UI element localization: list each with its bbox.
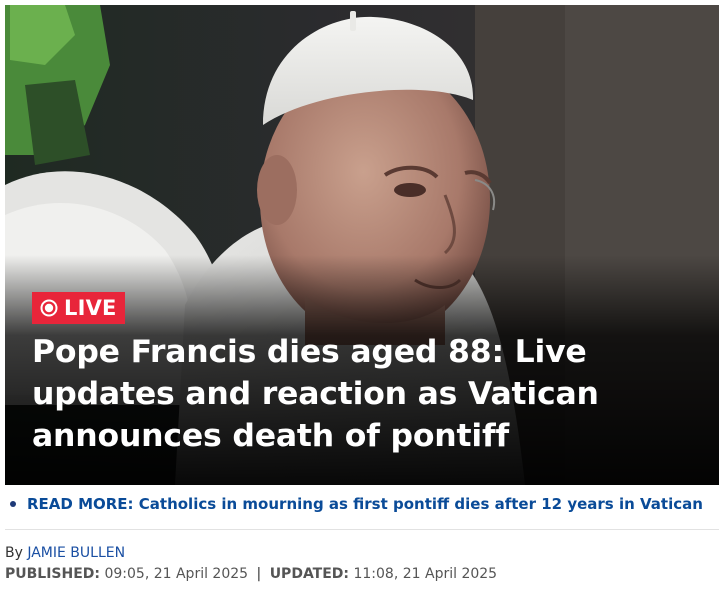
byline: By JAMIE BULLEN bbox=[5, 544, 125, 562]
live-badge[interactable]: LIVE bbox=[32, 292, 125, 324]
byline-prefix: By bbox=[5, 545, 23, 561]
published-label: PUBLISHED: bbox=[5, 566, 101, 582]
read-more-link[interactable]: READ MORE: Catholics in mourning as firs… bbox=[27, 494, 703, 514]
date-separator: | bbox=[256, 566, 262, 582]
article-dates: PUBLISHED: 09:05, 21 April 2025 | UPDATE… bbox=[5, 565, 497, 583]
published-value: 09:05, 21 April 2025 bbox=[104, 566, 249, 582]
live-label: LIVE bbox=[64, 296, 117, 320]
divider bbox=[5, 529, 719, 530]
updated-label: UPDATED: bbox=[269, 566, 350, 582]
read-more-item: READ MORE: Catholics in mourning as firs… bbox=[8, 494, 720, 514]
hero-image[interactable]: LIVE Pope Francis dies aged 88: Live upd… bbox=[5, 5, 719, 485]
read-more-list: READ MORE: Catholics in mourning as firs… bbox=[8, 494, 720, 514]
bullet-icon bbox=[10, 501, 16, 507]
updated-value: 11:08, 21 April 2025 bbox=[353, 566, 498, 582]
live-dot-icon bbox=[40, 299, 58, 317]
article-headline[interactable]: Pope Francis dies aged 88: Live updates … bbox=[32, 331, 692, 457]
author-link[interactable]: JAMIE BULLEN bbox=[27, 545, 125, 561]
